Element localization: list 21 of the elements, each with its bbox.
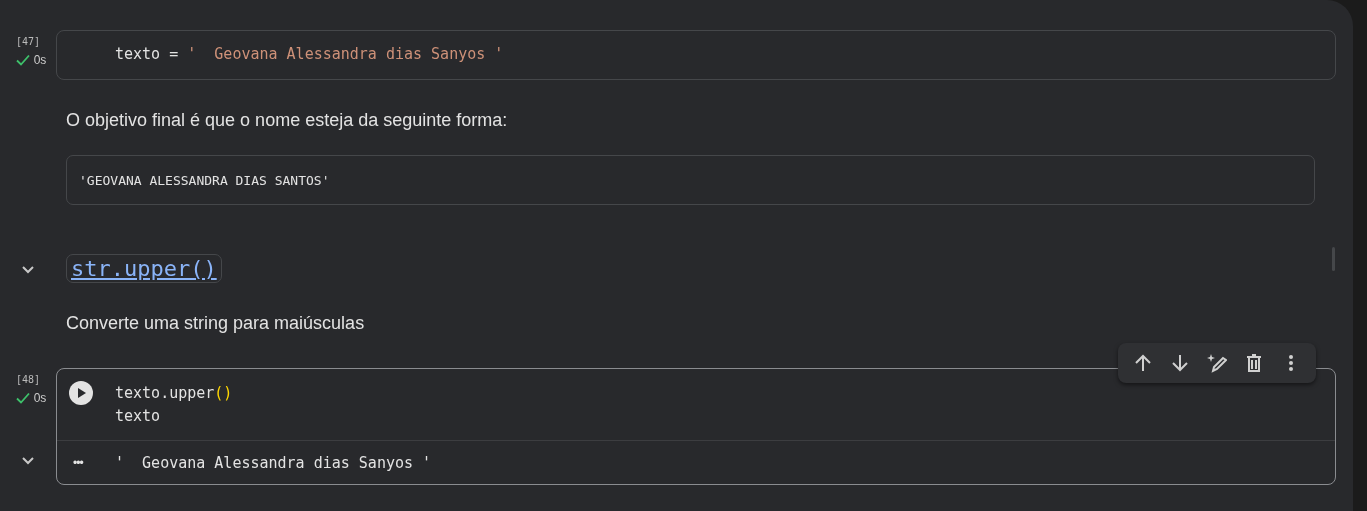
code-line: texto [115,406,162,427]
check-icon [15,54,30,66]
text-paragraph: Converte uma string para maiúsculas [66,312,366,335]
arrow-down-icon[interactable] [1169,353,1190,373]
code-cell[interactable]: texto = ' Geovana Alessandra dias Sanyos ' [56,30,1336,80]
heading-link[interactable]: str.upper() [66,254,222,283]
check-icon [15,392,30,404]
execution-time: 0s [33,53,47,67]
chevron-down-icon[interactable] [21,456,35,466]
execution-count: [48] [15,374,41,385]
run-button[interactable] [69,381,93,405]
text-paragraph: O objetivo final é que o nome esteja da seguinte forma: [66,109,509,132]
code-block: 'GEOVANA ALESSANDRA DIAS SANTOS' [66,155,1315,205]
output-menu-icon[interactable]: ••• [73,455,115,470]
magic-pencil-icon[interactable] [1206,353,1227,373]
code-line: texto = ' Geovana Alessandra dias Sanyos ' [115,44,504,65]
code-line: texto.upper() [115,383,233,404]
output-text: ' Geovana Alessandra dias Sanyos ' [115,453,432,472]
chevron-down-icon[interactable] [21,265,35,275]
execution-time: 0s [33,391,47,405]
execution-count: [47] [15,36,41,47]
